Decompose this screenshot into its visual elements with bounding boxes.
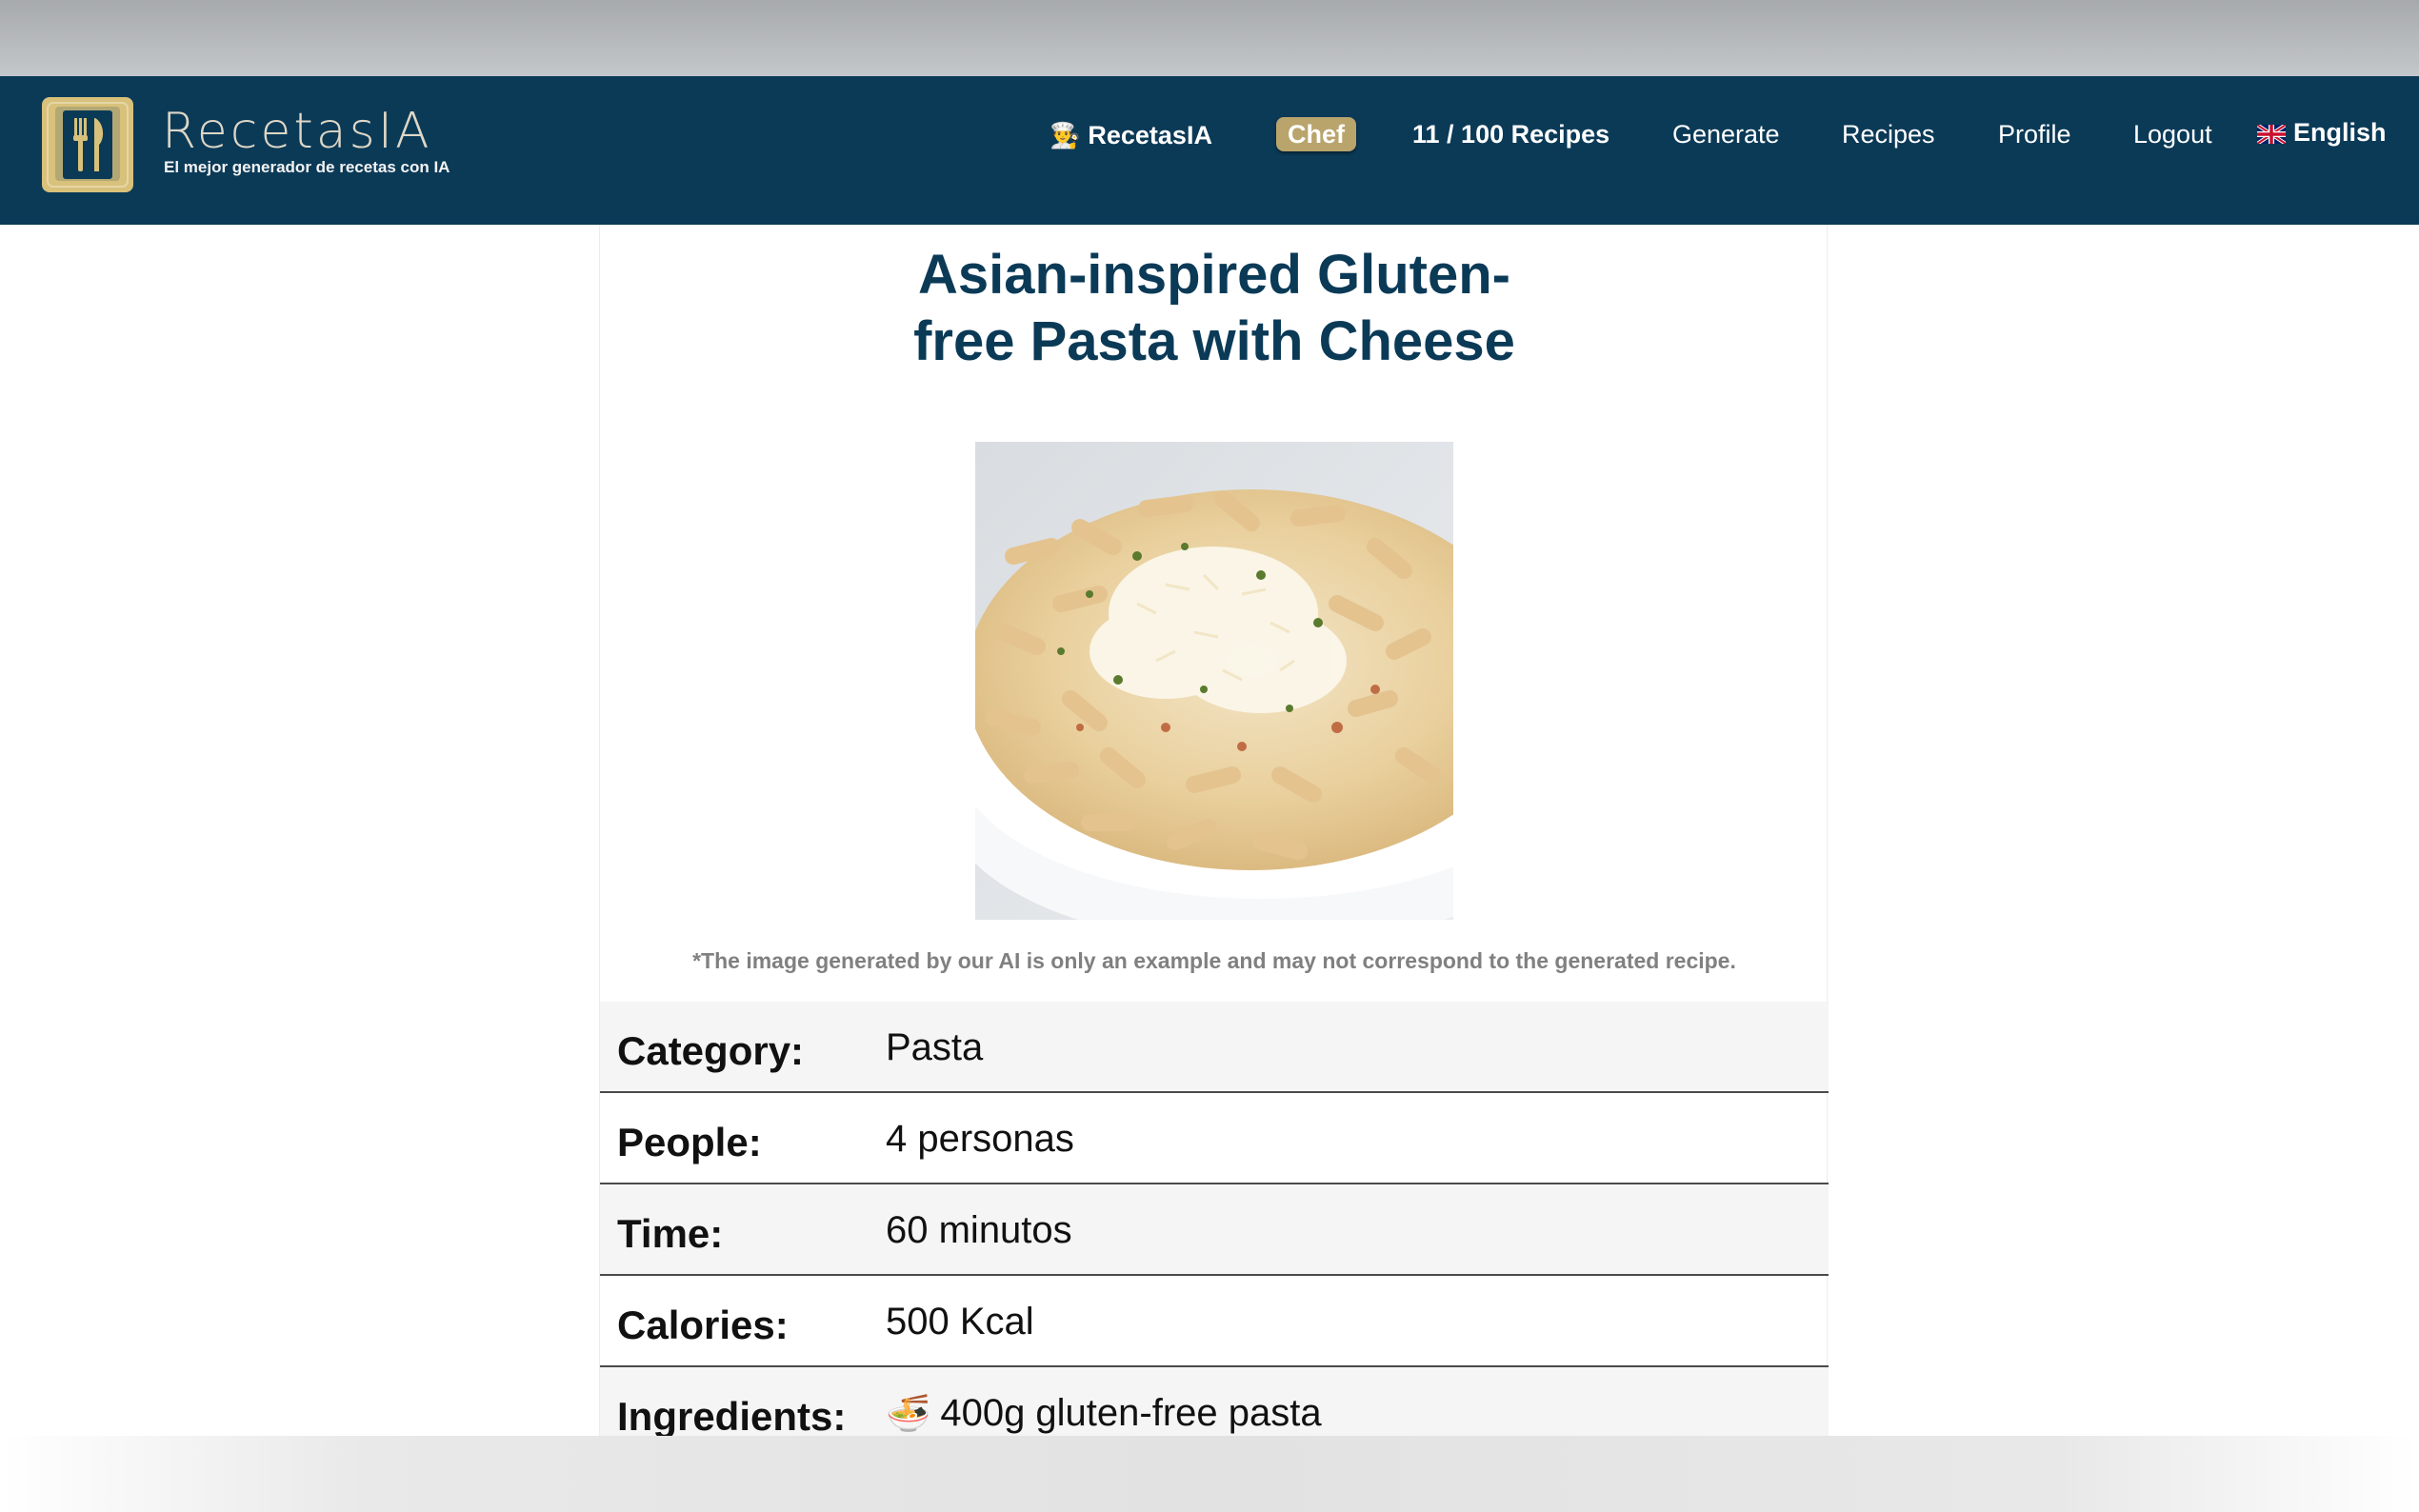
uk-flag-icon [2257, 124, 2286, 144]
recipe-count: 11 / 100 Recipes [1412, 120, 1610, 149]
ingredient-item: 🍜 400g gluten-free pasta [886, 1392, 1322, 1435]
recipe-details-table: Category: Pasta People: 4 personas Time:… [600, 1002, 1829, 1459]
detail-row-people: People: 4 personas [600, 1093, 1829, 1184]
detail-label: Ingredients: [617, 1394, 847, 1439]
detail-label: Time: [617, 1211, 724, 1256]
detail-value: Pasta [886, 1026, 984, 1068]
detail-row-category: Category: Pasta [600, 1002, 1829, 1093]
detail-label: Category: [617, 1028, 805, 1073]
noodle-bowl-icon: 🍜 [886, 1394, 931, 1434]
plan-badge: Chef [1276, 117, 1356, 151]
chef-icon: 👨‍🍳 [1050, 121, 1081, 149]
nav-recipes-link[interactable]: Recipes [1842, 120, 1935, 149]
nav-brand-link[interactable]: 👨‍🍳 RecetasIA [1050, 121, 1212, 150]
recipe-title: Asian-inspired Gluten- free Pasta with C… [600, 242, 1829, 375]
recipe-title-line2: free Pasta with Cheese [913, 310, 1515, 372]
brand-name[interactable]: RecetasIA [162, 103, 432, 160]
detail-value: 4 personas [886, 1118, 1074, 1160]
detail-label: Calories: [617, 1303, 789, 1347]
detail-value: 500 Kcal [886, 1301, 1034, 1343]
nav-generate-link[interactable]: Generate [1672, 120, 1780, 149]
nav-brand-label: RecetasIA [1088, 121, 1212, 149]
nav-profile-link[interactable]: Profile [1998, 120, 2071, 149]
detail-label: People: [617, 1120, 762, 1164]
recipe-image [975, 442, 1453, 920]
detail-row-time: Time: 60 minutos [600, 1184, 1829, 1276]
browser-top-strip [0, 0, 2419, 76]
detail-value: 60 minutos [886, 1209, 1072, 1251]
image-disclaimer: *The image generated by our AI is only a… [692, 948, 1736, 973]
logo-icon[interactable] [42, 97, 133, 192]
nav-logout-link[interactable]: Logout [2133, 120, 2212, 149]
detail-row-calories: Calories: 500 Kcal [600, 1276, 1829, 1367]
language-label: English [2293, 118, 2387, 147]
recipe-card: Asian-inspired Gluten- free Pasta with C… [599, 225, 1829, 1459]
bottom-overlay [0, 1436, 2419, 1512]
recipe-title-line1: Asian-inspired Gluten- [918, 244, 1510, 306]
language-selector[interactable]: English [2257, 118, 2387, 148]
brand-tagline: El mejor generador de recetas con IA [164, 158, 450, 176]
ingredient-text: 400g gluten-free pasta [940, 1392, 1322, 1434]
navbar: RecetasIA El mejor generador de recetas … [0, 76, 2419, 225]
